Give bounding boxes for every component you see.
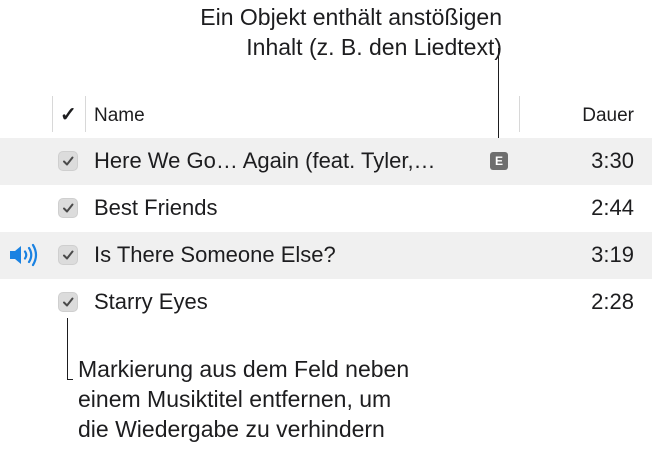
explicit-content-callout: Ein Objekt enthält anstößigen Inhalt (z.… (200, 2, 502, 62)
callout-text-line: Markierung aus dem Feld neben (78, 356, 410, 382)
checkmark-icon (63, 156, 74, 166)
column-header-checkbox[interactable]: ✓ (60, 102, 77, 127)
checkmark-icon (63, 250, 74, 260)
track-row[interactable]: Here We Go… Again (feat. Tyler,… E 3:30 (0, 138, 652, 185)
track-checkbox[interactable] (58, 292, 78, 312)
callout-leader-line (67, 318, 68, 380)
checkmark-icon (63, 297, 74, 307)
track-checkbox[interactable] (58, 151, 78, 171)
column-divider[interactable] (52, 96, 53, 132)
song-list-header: ✓ Name Dauer (0, 96, 652, 138)
checkmark-icon (63, 203, 74, 213)
track-title: Best Friends (94, 195, 218, 220)
column-header-duration[interactable]: Dauer (582, 105, 634, 127)
column-divider[interactable] (85, 96, 86, 132)
uncheck-song-callout: Markierung aus dem Feld neben einem Musi… (78, 354, 409, 444)
track-title: Starry Eyes (94, 289, 208, 314)
track-duration: 2:28 (591, 289, 634, 314)
track-duration: 3:30 (591, 148, 634, 173)
column-divider[interactable] (519, 96, 520, 132)
track-row[interactable]: Is There Someone Else? 3:19 (0, 232, 652, 279)
track-row[interactable]: Starry Eyes 2:28 (0, 279, 652, 326)
callout-text-line: einem Musiktitel entfernen, um (78, 386, 392, 412)
track-duration: 3:19 (591, 242, 634, 267)
callout-text-line: die Wiedergabe zu verhindern (78, 416, 385, 442)
track-duration: 2:44 (591, 195, 634, 220)
track-checkbox[interactable] (58, 245, 78, 265)
track-title: Here We Go… Again (feat. Tyler,… (94, 148, 436, 173)
track-title: Is There Someone Else? (94, 242, 336, 267)
explicit-badge-icon: E (490, 152, 508, 170)
track-row[interactable]: Best Friends 2:44 (0, 185, 652, 232)
callout-text-line: Ein Objekt enthält anstößigen (200, 4, 502, 30)
speaker-icon (10, 243, 38, 267)
callout-text-line: Inhalt (z. B. den Liedtext) (246, 34, 502, 60)
callout-leader-foot (67, 379, 73, 380)
column-header-name[interactable]: Name (94, 105, 145, 127)
track-checkbox[interactable] (58, 198, 78, 218)
